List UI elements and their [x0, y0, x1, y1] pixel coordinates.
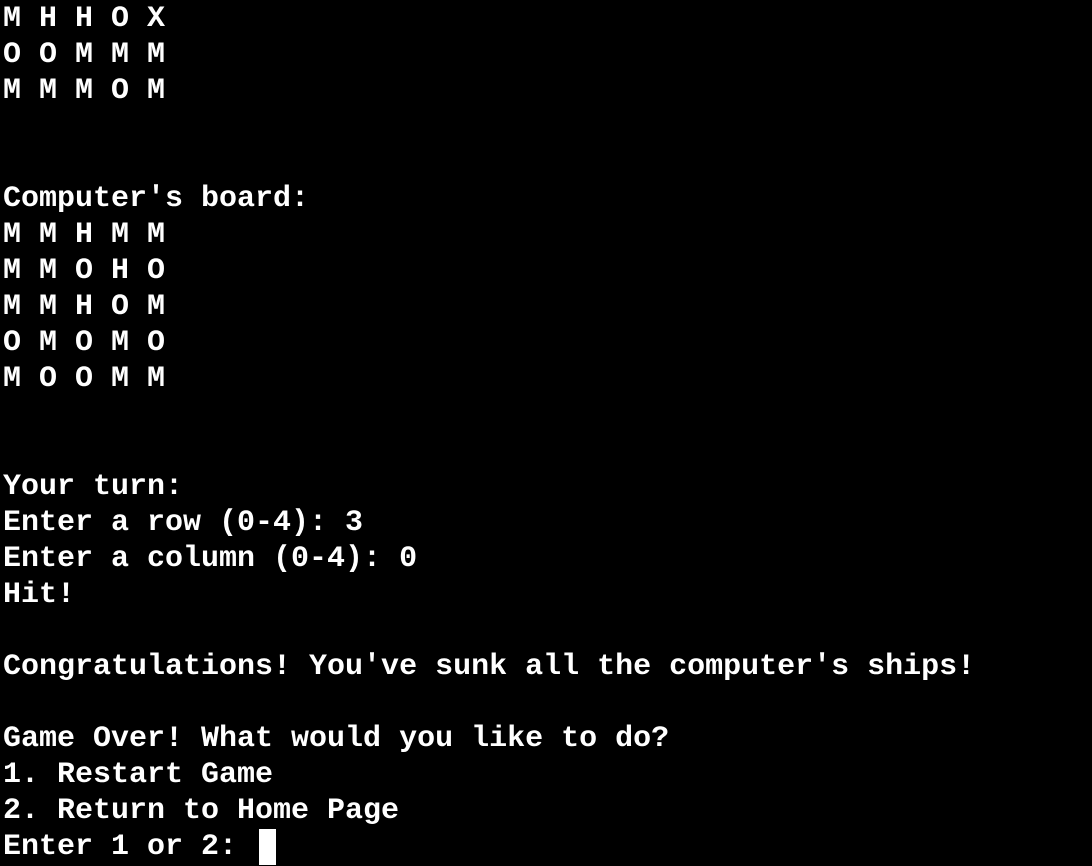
- computer-board-title: Computer's board:: [3, 182, 310, 216]
- menu-option-restart: 1. Restart Game: [3, 758, 274, 792]
- text-cursor[interactable]: [259, 829, 277, 865]
- choice-input-line[interactable]: Enter 1 or 2:: [3, 829, 1092, 865]
- row-prompt: Enter a row (0-4): 3: [3, 506, 364, 540]
- computer-board-row: M M H O M: [3, 290, 166, 324]
- congratulations-message: Congratulations! You've sunk all the com…: [3, 650, 976, 684]
- column-prompt: Enter a column (0-4): 0: [3, 542, 418, 576]
- computer-board-row: M M O H O: [3, 254, 166, 288]
- shot-result: Hit!: [3, 578, 76, 612]
- computer-board-row: O M O M O: [3, 326, 166, 360]
- choice-prompt: Enter 1 or 2:: [3, 830, 256, 864]
- turn-heading: Your turn:: [3, 470, 184, 504]
- game-over-question: Game Over! What would you like to do?: [3, 722, 670, 756]
- player-board-row: M M M O M: [3, 74, 166, 108]
- player-board-row: M H H O X: [3, 2, 166, 36]
- terminal-window[interactable]: M H H O X O O M M M M M M O M Computer's…: [0, 0, 1092, 866]
- computer-board-row: M M H M M: [3, 218, 166, 252]
- computer-board-row: M O O M M: [3, 362, 166, 396]
- menu-option-home: 2. Return to Home Page: [3, 794, 400, 828]
- player-board-row: O O M M M: [3, 38, 166, 72]
